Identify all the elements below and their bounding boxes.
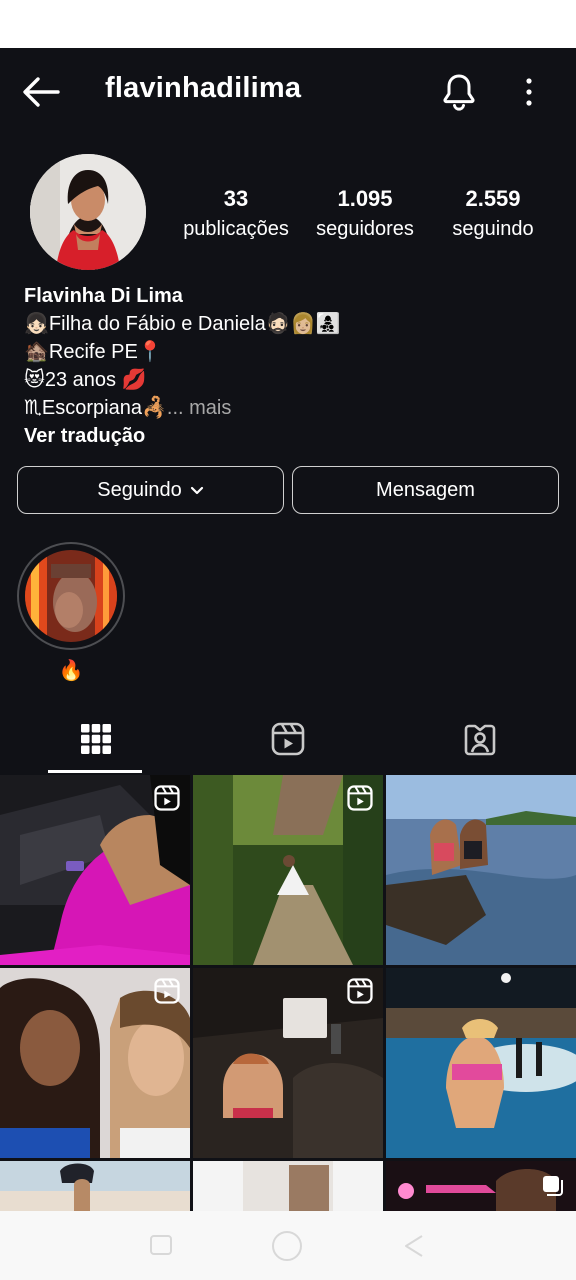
followers-count[interactable]: 1.095 seguidores	[306, 186, 424, 241]
reel-badge-icon	[347, 978, 373, 1004]
home-icon[interactable]	[272, 1231, 302, 1261]
profile-bio: Flavinha Di Lima 👧🏻Filha do Fábio e Dani…	[24, 282, 544, 450]
more-options-icon[interactable]	[516, 74, 542, 110]
tab-posts[interactable]	[0, 708, 192, 774]
highlight-ring	[17, 542, 125, 650]
highlight-cover-image	[25, 550, 117, 642]
tab-tagged[interactable]	[384, 708, 576, 774]
status-bar	[0, 0, 576, 48]
post-thumbnail[interactable]	[0, 1161, 190, 1211]
highlight-label: 🔥	[58, 660, 84, 682]
message-button-label: Mensagem	[376, 478, 475, 501]
profile-full-name: Flavinha Di Lima	[24, 285, 183, 307]
top-bar: flavinhadilima	[0, 48, 576, 136]
tagged-person-icon	[463, 722, 497, 761]
profile-screen: flavinhadilima 33 publicações 1.095 segu…	[0, 48, 576, 1211]
system-navigation-bar	[0, 1211, 576, 1280]
chevron-down-icon	[190, 479, 204, 502]
following-button[interactable]: Seguindo	[17, 466, 284, 514]
bio-sign-text: ♏Escorpiana🦂	[24, 397, 167, 419]
back-arrow-icon[interactable]	[20, 74, 62, 110]
back-nav-icon[interactable]	[402, 1233, 426, 1264]
post-thumbnail[interactable]	[0, 775, 190, 965]
reels-icon	[271, 722, 305, 761]
followers-count-value: 1.095	[337, 186, 393, 211]
notification-bell-icon[interactable]	[440, 72, 478, 112]
recent-apps-icon[interactable]	[150, 1235, 172, 1255]
story-highlight[interactable]: 🔥	[17, 542, 125, 683]
post-thumbnail[interactable]	[193, 775, 383, 965]
bio-line-family: 👧🏻Filha do Fábio e Daniela🧔🏻👩🏼👩‍👧‍👦	[24, 313, 341, 335]
multi-post-icon	[540, 1173, 566, 1199]
reel-badge-icon	[347, 785, 373, 811]
following-count[interactable]: 2.559 seguindo	[438, 186, 548, 241]
profile-tabs	[0, 708, 576, 774]
bio-line-location: 🏚️Recife PE📍	[24, 341, 163, 363]
reel-badge-icon	[154, 785, 180, 811]
bio-line-age: 😻23 anos 💋	[24, 369, 147, 391]
profile-avatar[interactable]	[30, 154, 146, 270]
post-thumbnail[interactable]	[386, 1161, 576, 1211]
message-button[interactable]: Mensagem	[292, 466, 559, 514]
tab-reels[interactable]	[192, 708, 384, 774]
following-count-value: 2.559	[465, 186, 521, 211]
following-button-label: Seguindo	[97, 478, 182, 501]
post-thumbnail[interactable]	[386, 968, 576, 1158]
see-translation-link[interactable]: Ver tradução	[24, 422, 544, 450]
profile-username: flavinhadilima	[105, 72, 302, 104]
active-tab-indicator	[48, 770, 142, 773]
posts-count-label: publicações	[183, 218, 289, 240]
post-thumbnail[interactable]	[386, 775, 576, 965]
reel-badge-icon	[154, 978, 180, 1004]
grid-icon	[80, 723, 112, 760]
followers-count-label: seguidores	[316, 218, 414, 240]
post-thumbnail[interactable]	[193, 1161, 383, 1211]
bio-more-link[interactable]: ... mais	[167, 397, 231, 419]
posts-count[interactable]: 33 publicações	[178, 186, 294, 241]
posts-count-value: 33	[223, 186, 249, 211]
bio-line-sign: ♏Escorpiana🦂... mais	[24, 394, 544, 422]
post-thumbnail[interactable]	[0, 968, 190, 1158]
following-count-label: seguindo	[452, 218, 534, 240]
post-thumbnail[interactable]	[193, 968, 383, 1158]
